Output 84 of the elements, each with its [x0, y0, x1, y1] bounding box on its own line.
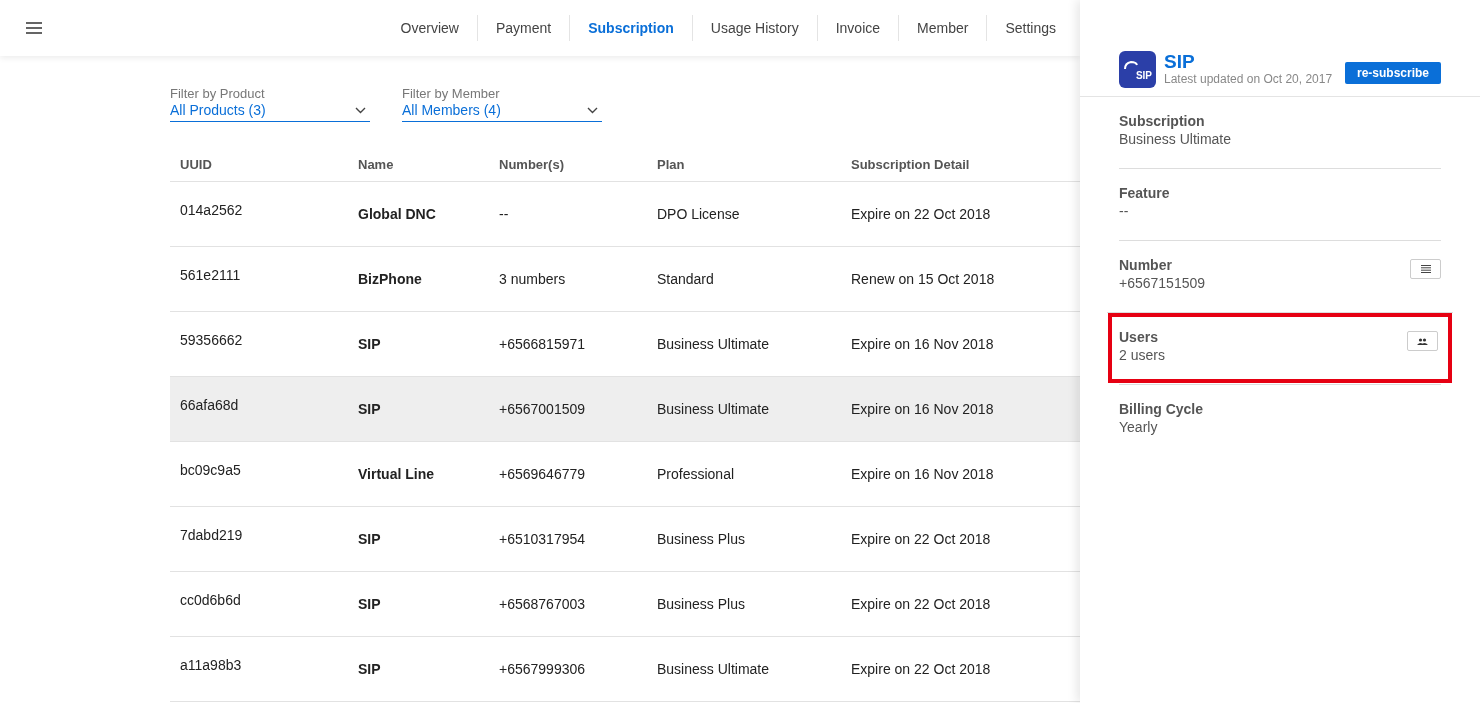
- table-cell-text: cc0d6b6d: [179, 592, 242, 608]
- table-cell-text: Business Plus: [657, 531, 746, 547]
- table-cell-text: 3 numbers: [499, 271, 567, 287]
- nav-tab[interactable]: Payment: [476, 15, 570, 41]
- table-cell-text: --: [499, 206, 510, 222]
- table-cell-text: Expire on 22 Oct 2018: [851, 596, 992, 612]
- list-icon: [1420, 265, 1431, 273]
- users-button[interactable]: [1407, 331, 1438, 351]
- table-row[interactable]: cc0d6b6d SIP +6568767003 Business Plus Expire on 22 Oct 2018: [170, 572, 1080, 637]
- table-cell-text: Expire on 22 Oct 2018: [851, 661, 992, 677]
- table-cell-text: 7dabd219: [179, 527, 244, 543]
- table-cell-text: Standard: [657, 271, 715, 287]
- nav-tab[interactable]: Overview: [382, 15, 477, 41]
- detail-value: 2 users: [1119, 347, 1165, 363]
- updated-text: Latest updated on Oct 20, 2017: [1164, 72, 1334, 86]
- column-header: Subscription Detail: [851, 157, 971, 172]
- users-icon: [1417, 337, 1428, 345]
- table-cell-text: Business Ultimate: [657, 661, 771, 677]
- table-cell-text: Expire on 16 Nov 2018: [851, 401, 995, 417]
- filter-label: Filter by Product: [170, 86, 266, 101]
- table-cell-text: 014a2562: [179, 202, 244, 218]
- menu-icon[interactable]: [26, 22, 42, 34]
- table-cell-text: +6567001509: [499, 401, 587, 417]
- filter-dropdown[interactable]: All Members (4): [402, 101, 602, 122]
- table-cell-text: BizPhone: [358, 271, 423, 287]
- nav-tab[interactable]: Usage History: [691, 15, 817, 41]
- table-cell-text: +6569646779: [499, 466, 587, 482]
- detail-label: Billing Cycle: [1119, 401, 1204, 417]
- table-cell-text: Business Plus: [657, 596, 746, 612]
- table-cell-text: Renew on 15 Oct 2018: [851, 271, 996, 287]
- table-cell-text: +6568767003: [499, 596, 587, 612]
- detail-label: Feature: [1119, 185, 1170, 201]
- panel-title: SIP: [1164, 52, 1196, 72]
- filter-dropdown[interactable]: All Products (3): [170, 101, 370, 122]
- column-header: Number(s): [499, 157, 565, 172]
- table-cell-text: SIP: [358, 531, 382, 547]
- table-cell-text: Business Ultimate: [657, 401, 771, 417]
- table-cell-text: +6510317954: [499, 531, 587, 547]
- column-header: UUID: [179, 157, 213, 172]
- detail-value: Yearly: [1119, 419, 1159, 435]
- table-row[interactable]: 7dabd219 SIP +6510317954 Business Plus Expire on 22 Oct 2018: [170, 507, 1080, 572]
- list-button[interactable]: [1410, 259, 1441, 279]
- table-cell-text: SIP: [358, 661, 382, 677]
- table-cell-text: +6566815971: [499, 336, 587, 352]
- table-cell-text: SIP: [358, 401, 382, 417]
- table-cell-text: bc09c9a5: [179, 462, 242, 478]
- table-cell-text: +6567999306: [499, 661, 587, 677]
- column-header: Plan: [657, 157, 686, 172]
- re-subscribe-button[interactable]: re-subscribe: [1344, 62, 1441, 84]
- detail-value: Business Ultimate: [1119, 131, 1232, 147]
- table-cell-text: Expire on 16 Nov 2018: [851, 336, 995, 352]
- app-logo: SIP: [1119, 50, 1156, 88]
- table-cell-text: Expire on 22 Oct 2018: [851, 531, 992, 547]
- table-cell-text: 59356662: [179, 332, 244, 348]
- table-cell-text: Professional: [657, 466, 736, 482]
- table-row[interactable]: a11a98b3 SIP +6567999306 Business Ultimate Expire on 22 Oct 2018: [170, 637, 1080, 702]
- table-cell-text: Expire on 16 Nov 2018: [851, 466, 995, 482]
- detail-label: Users: [1119, 329, 1159, 345]
- detail-value: --: [1119, 203, 1130, 219]
- nav-tab[interactable]: Subscription: [569, 15, 692, 41]
- filter-label: Filter by Member: [402, 86, 501, 101]
- table-row[interactable]: 66afa68d SIP +6567001509 Business Ultimate Expire on 16 Nov 2018: [170, 377, 1080, 442]
- table-cell-text: a11a98b3: [179, 657, 243, 673]
- table-cell-text: Expire on 22 Oct 2018: [851, 206, 992, 222]
- table-cell-text: Virtual Line: [358, 466, 435, 482]
- detail-label: Subscription: [1119, 113, 1206, 129]
- chevron-icon: [355, 106, 366, 114]
- table-cell-text: Business Ultimate: [657, 336, 771, 352]
- nav-tab[interactable]: Settings: [986, 15, 1074, 41]
- table-row[interactable]: 014a2562 Global DNC -- DPO License Expire on 22 Oct 2018: [170, 182, 1080, 247]
- table-cell-text: 66afa68d: [179, 397, 240, 413]
- chevron-icon: [587, 106, 598, 114]
- nav-tab[interactable]: Invoice: [816, 15, 899, 41]
- table-row[interactable]: 561e2111 BizPhone 3 numbers Standard Renew on 15 Oct 2018: [170, 247, 1080, 312]
- detail-value: +6567151509: [1119, 275, 1206, 291]
- table-cell-text: SIP: [358, 596, 382, 612]
- table-cell-text: DPO License: [657, 206, 741, 222]
- table-row[interactable]: bc09c9a5 Virtual Line +6569646779 Professional Expire on 16 Nov 2018: [170, 442, 1080, 507]
- detail-label: Number: [1119, 257, 1173, 273]
- table-cell-text: Global DNC: [358, 206, 437, 222]
- table-cell-text: SIP: [358, 336, 382, 352]
- table-cell-text: 561e2111: [179, 267, 242, 283]
- column-header: Name: [358, 157, 395, 172]
- nav-tab[interactable]: Member: [898, 15, 987, 41]
